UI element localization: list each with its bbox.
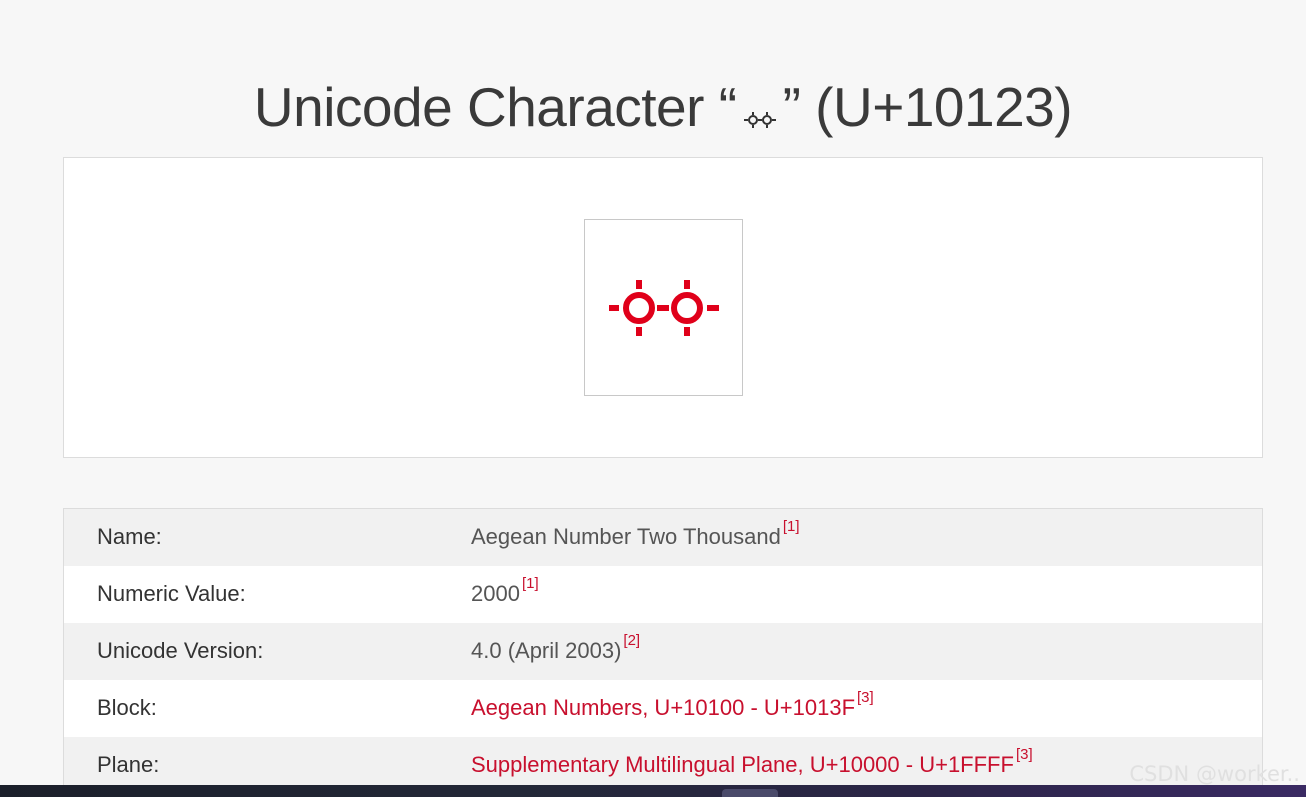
property-label: Name: [97, 524, 162, 549]
property-value: Aegean Number Two Thousand [1] [471, 518, 800, 549]
taskbar [0, 785, 1306, 797]
property-label: Unicode Version: [97, 638, 264, 663]
watermark: CSDN @worker.. [1129, 762, 1300, 786]
glyph-tile [584, 219, 743, 396]
property-label: Plane: [97, 752, 160, 777]
property-value: 2000 [1] [471, 575, 539, 606]
property-row-numeric-value: Numeric Value: 2000 [1] [64, 566, 1262, 623]
aegean-number-two-thousand-glyph-icon [608, 279, 719, 336]
page-title-suffix: ” (U+10123) [782, 75, 1073, 138]
block-link[interactable]: Aegean Numbers, U+10100 - U+1013F [3] [471, 689, 874, 721]
reference-link[interactable]: [1] [783, 518, 800, 535]
page-title-prefix: Unicode Character “ [253, 75, 737, 138]
property-value: 4.0 (April 2003) [2] [471, 632, 641, 663]
glyph-preview-panel [63, 157, 1263, 458]
reference-link[interactable]: [1] [522, 575, 539, 592]
properties-table: Name: Aegean Number Two Thousand [1] Nume… [63, 508, 1263, 794]
taskbar-button[interactable] [722, 789, 778, 797]
reference-link[interactable]: [3] [1016, 746, 1033, 763]
reference-link[interactable]: [3] [857, 689, 874, 706]
plane-link[interactable]: Supplementary Multilingual Plane, U+1000… [471, 746, 1033, 778]
page-title: Unicode Character “ ” (U+10123) [0, 75, 1306, 143]
aegean-number-two-thousand-icon [743, 79, 777, 143]
property-row-unicode-version: Unicode Version: 4.0 (April 2003) [2] [64, 623, 1262, 680]
property-label: Block: [97, 695, 157, 720]
property-row-name: Name: Aegean Number Two Thousand [1] [64, 509, 1262, 566]
property-label: Numeric Value: [97, 581, 246, 606]
reference-link[interactable]: [2] [623, 632, 640, 649]
property-row-block: Block: Aegean Numbers, U+10100 - U+1013F… [64, 680, 1262, 737]
